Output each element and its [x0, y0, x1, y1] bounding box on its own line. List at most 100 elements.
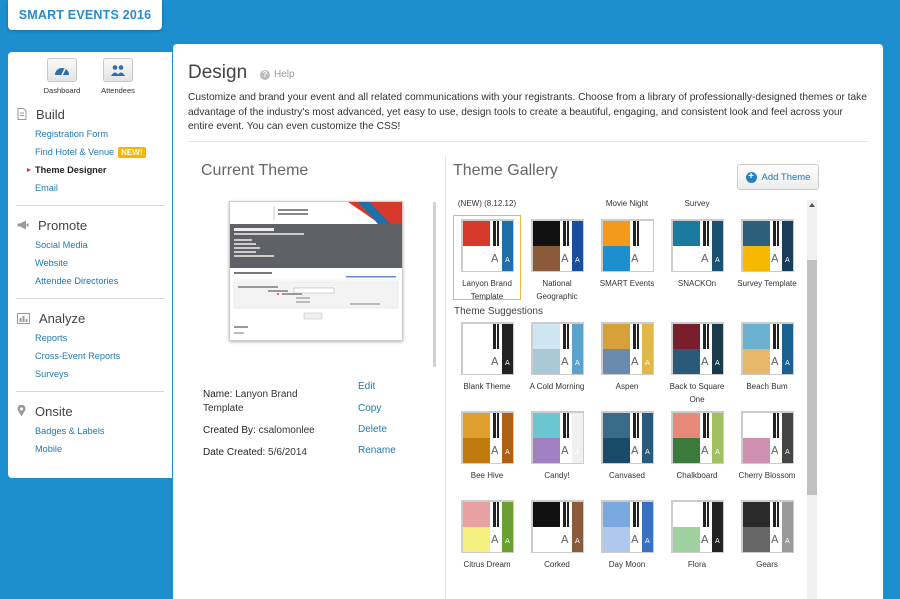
analyze-title: Analyze	[39, 310, 86, 326]
theme-tile[interactable]: A A Candy!	[523, 411, 591, 482]
copy-link[interactable]: Copy	[358, 403, 381, 414]
location-pin-icon	[17, 405, 26, 417]
scroll-up-arrow[interactable]	[809, 203, 815, 207]
theme-thumbnail-image: AA	[601, 220, 653, 271]
svg-text:A: A	[715, 256, 720, 264]
theme-thumbnail[interactable]: AA	[530, 322, 584, 375]
theme-name: National Geographic	[536, 279, 578, 301]
svg-text:A: A	[561, 444, 569, 457]
theme-tile[interactable]: A A Survey Template	[733, 219, 801, 290]
theme-thumbnail[interactable]: AA	[600, 322, 654, 375]
attendees-shortcut[interactable]: Attendees	[95, 58, 141, 95]
attendees-label: Attendees	[101, 86, 135, 95]
attendees-button[interactable]	[103, 58, 133, 82]
nav-attendee-directories[interactable]: Attendee Directories	[35, 272, 164, 290]
svg-text:A: A	[575, 359, 580, 367]
theme-tile[interactable]: A A Citrus Dream	[453, 500, 521, 571]
theme-tile[interactable]: A A Gears	[733, 500, 801, 571]
theme-tile[interactable]: A A Lanyon Brand Template	[453, 215, 521, 301]
theme-tile[interactable]: A A SMART Events	[593, 219, 661, 290]
svg-text:A: A	[771, 533, 779, 546]
theme-thumbnail[interactable]: AA	[600, 219, 654, 272]
gallery-scrollbar[interactable]	[807, 200, 817, 599]
theme-tile[interactable]: A A Beach Bum	[733, 322, 801, 393]
theme-tile[interactable]: A A Cherry Blossom	[733, 411, 801, 482]
theme-tile[interactable]: A A Chalkboard	[663, 411, 731, 482]
nav-mobile[interactable]: Mobile	[35, 440, 164, 458]
theme-group-label: Movie Night	[605, 199, 649, 208]
svg-text:A: A	[771, 252, 779, 265]
dashboard-shortcut[interactable]: Dashboard	[39, 58, 85, 95]
theme-tile[interactable]: A A Aspen	[593, 322, 661, 393]
nav-theme-designer[interactable]: Theme Designer	[27, 161, 164, 179]
nav-badges-labels[interactable]: Badges & Labels	[35, 422, 164, 440]
edit-link[interactable]: Edit	[358, 381, 375, 392]
nav-find-hotel-label[interactable]: Find Hotel & Venue	[35, 147, 114, 157]
current-theme-title: Current Theme	[201, 162, 309, 179]
svg-text:A: A	[785, 256, 790, 264]
theme-tile[interactable]: A A Bee Hive	[453, 411, 521, 482]
bar-chart-icon	[17, 312, 30, 324]
theme-name: SMART Events	[599, 279, 655, 288]
theme-thumbnail[interactable]: AA	[530, 219, 584, 272]
theme-thumbnail[interactable]: AA	[530, 411, 584, 464]
theme-thumbnail[interactable]: AA	[600, 500, 654, 553]
theme-name: Chalkboard	[676, 471, 718, 480]
nav-find-hotel-venue[interactable]: Find Hotel & Venue NEW!	[35, 143, 164, 161]
nav-email[interactable]: Email	[35, 179, 164, 197]
nav-website[interactable]: Website	[35, 254, 164, 272]
theme-thumbnail[interactable]: AA	[670, 411, 724, 464]
date-created-info: Date Created: 5/6/2014	[203, 447, 307, 458]
theme-tile[interactable]: A A Day Moon	[593, 500, 661, 571]
sidebar: Dashboard Attendees Build Registration F…	[8, 52, 172, 478]
help-label[interactable]: Help	[274, 69, 295, 80]
page-scrollbar[interactable]	[888, 52, 892, 599]
theme-thumbnail[interactable]: AA	[460, 500, 514, 553]
theme-thumbnail[interactable]: AA	[740, 411, 794, 464]
theme-thumbnail[interactable]: AA	[740, 500, 794, 553]
current-theme-preview[interactable]	[229, 201, 403, 341]
promote-title: Promote	[38, 217, 88, 233]
onsite-section: Onsite Badges & Labels Mobile	[8, 400, 172, 464]
theme-thumbnail[interactable]: AA	[670, 500, 724, 553]
preview-scrollbar[interactable]	[433, 202, 436, 367]
name-label: Name:	[203, 389, 233, 400]
theme-tile[interactable]: A A SNACKOn	[663, 219, 731, 290]
theme-tile[interactable]: A A Canvased	[593, 411, 661, 482]
svg-text:A: A	[561, 533, 569, 546]
nav-registration-form[interactable]: Registration Form	[35, 125, 164, 143]
theme-thumbnail[interactable]: AA	[460, 411, 514, 464]
theme-tile[interactable]: A A Flora	[663, 500, 731, 571]
theme-tile[interactable]: A A Blank Theme	[453, 322, 521, 393]
dashboard-button[interactable]	[47, 58, 77, 82]
theme-tile[interactable]: AA A Cold Morning	[523, 322, 591, 393]
svg-text:A: A	[785, 359, 790, 367]
nav-social-media[interactable]: Social Media	[35, 236, 164, 254]
theme-thumbnail-image: AA	[741, 220, 793, 271]
theme-tile[interactable]: A A Corked	[523, 500, 591, 571]
help-link[interactable]: ? Help	[260, 69, 295, 80]
theme-thumbnail[interactable]: AA	[460, 322, 514, 375]
nav-reports[interactable]: Reports	[35, 329, 164, 347]
theme-thumbnail[interactable]: AA	[740, 322, 794, 375]
rename-link[interactable]: Rename	[358, 445, 396, 456]
theme-group-label: (NEW) (8.12.12)	[457, 199, 517, 208]
nav-surveys[interactable]: Surveys	[35, 365, 164, 383]
theme-tile[interactable]: A A Back to Square One	[663, 322, 731, 406]
theme-thumbnail[interactable]: AA	[670, 322, 724, 375]
scrollbar-thumb[interactable]	[807, 260, 817, 495]
divider	[16, 205, 164, 206]
created-by-label: Created By:	[203, 425, 256, 436]
svg-text:A: A	[715, 537, 720, 545]
event-title-tab[interactable]: SMART EVENTS 2016	[8, 0, 162, 30]
theme-thumbnail[interactable]: AA	[740, 219, 794, 272]
theme-tile[interactable]: A A National Geographic	[523, 219, 591, 303]
theme-thumbnail[interactable]: AA	[460, 219, 514, 272]
add-theme-button[interactable]: + Add Theme	[737, 164, 819, 190]
theme-thumbnail[interactable]: AA	[530, 500, 584, 553]
theme-thumbnail[interactable]: AA	[600, 411, 654, 464]
delete-link[interactable]: Delete	[358, 424, 387, 435]
nav-cross-event-reports[interactable]: Cross-Event Reports	[35, 347, 164, 365]
svg-text:A: A	[575, 537, 580, 545]
theme-thumbnail[interactable]: AA	[670, 219, 724, 272]
